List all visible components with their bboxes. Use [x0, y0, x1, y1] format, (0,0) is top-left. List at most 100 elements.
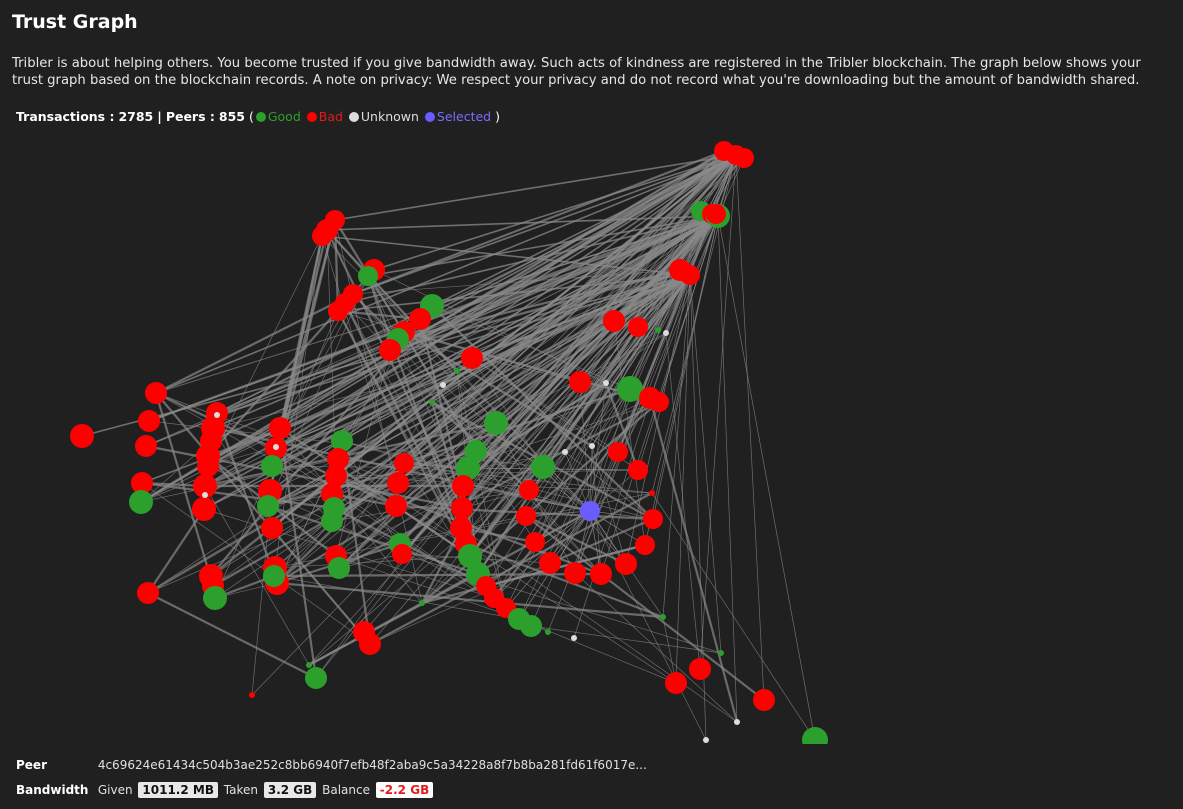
peer-node-bad[interactable] [615, 553, 637, 575]
peer-node-bad[interactable] [525, 532, 545, 552]
bandwidth-info-row: Bandwidth Given 1011.2 MB Taken 3.2 GB B… [16, 782, 435, 798]
peer-node-unknown[interactable] [440, 382, 446, 388]
peer-node-unknown[interactable] [571, 635, 577, 641]
peer-node-good[interactable] [484, 411, 508, 435]
peer-node-unknown[interactable] [589, 443, 595, 449]
peer-node-good[interactable] [129, 490, 153, 514]
legend-unknown-dot-icon [348, 112, 359, 122]
peer-node-bad[interactable] [312, 226, 332, 246]
peer-node-bad[interactable] [564, 562, 586, 584]
peer-node-unknown[interactable] [562, 449, 568, 455]
peer-node-bad[interactable] [379, 339, 401, 361]
bandwidth-label: Bandwidth [16, 783, 89, 797]
peer-node-bad[interactable] [192, 497, 216, 521]
peer-node-good[interactable] [203, 586, 227, 610]
peer-node-good[interactable] [655, 327, 661, 333]
peer-node-bad[interactable] [635, 535, 655, 555]
peer-node-good[interactable] [531, 455, 555, 479]
peer-node-bad[interactable] [519, 480, 539, 500]
selected-peer-node[interactable] [580, 501, 600, 521]
graph-edge [717, 215, 738, 723]
peer-node-bad[interactable] [394, 453, 414, 473]
peer-node-good[interactable] [261, 455, 283, 477]
peer-node-good[interactable] [545, 629, 551, 635]
graph-edges [81, 149, 816, 741]
peer-node-bad[interactable] [451, 497, 473, 519]
peer-node-bad[interactable] [249, 692, 255, 698]
peer-node-bad[interactable] [261, 517, 283, 539]
legend-bad-dot-icon [306, 112, 317, 122]
stats-separator: | [157, 109, 162, 124]
peer-node-bad[interactable] [516, 506, 536, 526]
peer-node-bad[interactable] [649, 392, 669, 412]
peer-node-good[interactable] [718, 650, 724, 656]
graph-edge [735, 154, 765, 701]
peer-node-good[interactable] [263, 565, 285, 587]
peer-node-bad[interactable] [385, 495, 407, 517]
peer-node-bad[interactable] [689, 658, 711, 680]
peer-node-bad[interactable] [461, 347, 483, 369]
peer-node-unknown[interactable] [703, 737, 709, 743]
peer-node-good[interactable] [321, 510, 343, 532]
peer-node-good[interactable] [306, 662, 312, 668]
peer-node-bad[interactable] [569, 371, 591, 393]
trust-graph-canvas[interactable] [0, 136, 1183, 744]
graph-edge [651, 492, 816, 741]
peer-node-unknown[interactable] [663, 330, 669, 336]
legend-bad: Bad [318, 109, 343, 124]
peer-public-key: 4c69624e61434c504b3ae252c8bb6940f7efb48f… [97, 758, 647, 772]
peer-label: Peer [16, 758, 47, 772]
peer-node-bad[interactable] [628, 460, 648, 480]
peer-node-bad[interactable] [137, 582, 159, 604]
trust-graph-svg[interactable] [0, 136, 1183, 744]
peer-node-good[interactable] [419, 600, 425, 606]
graph-stats: Transactions : 2785 | Peers : 855 (Good … [16, 109, 500, 124]
peer-node-bad[interactable] [70, 424, 94, 448]
peer-node-bad[interactable] [590, 563, 612, 585]
peer-node-bad[interactable] [392, 544, 412, 564]
balance-label: Balance [322, 783, 370, 797]
peer-node-bad[interactable] [359, 633, 381, 655]
page-title: Trust Graph [12, 11, 138, 33]
peer-node-good[interactable] [520, 615, 542, 637]
peer-node-unknown[interactable] [214, 412, 220, 418]
peer-node-bad[interactable] [138, 410, 160, 432]
peer-node-unknown[interactable] [273, 444, 279, 450]
peer-node-bad[interactable] [706, 204, 726, 224]
peer-node-good[interactable] [358, 266, 378, 286]
peer-node-unknown[interactable] [202, 492, 208, 498]
taken-value-badge: 3.2 GB [263, 782, 317, 798]
legend-selected-dot-icon [424, 112, 435, 122]
peer-node-bad[interactable] [753, 689, 775, 711]
peers-count: 855 [218, 109, 245, 124]
peer-node-good[interactable] [802, 727, 828, 744]
peer-node-bad[interactable] [269, 417, 291, 439]
graph-edge [717, 215, 816, 741]
graph-edge [147, 508, 205, 594]
peer-node-bad[interactable] [387, 472, 409, 494]
peer-node-bad[interactable] [452, 475, 474, 497]
given-label: Given [97, 783, 133, 797]
peer-node-good[interactable] [257, 495, 279, 517]
peer-node-good[interactable] [454, 368, 460, 374]
peer-node-bad[interactable] [665, 672, 687, 694]
peer-node-good[interactable] [305, 667, 327, 689]
peer-node-bad[interactable] [145, 382, 167, 404]
page-description: Tribler is about helping others. You bec… [12, 56, 1141, 88]
peer-node-bad[interactable] [135, 435, 157, 457]
peer-node-bad[interactable] [649, 490, 655, 496]
peer-node-bad[interactable] [328, 301, 348, 321]
peer-node-bad[interactable] [734, 148, 754, 168]
peer-node-bad[interactable] [643, 509, 663, 529]
peer-node-good[interactable] [660, 614, 666, 620]
peer-node-good[interactable] [429, 399, 435, 405]
peer-node-bad[interactable] [539, 552, 561, 574]
peer-node-bad[interactable] [608, 442, 628, 462]
peer-node-bad[interactable] [628, 317, 648, 337]
peer-node-unknown[interactable] [734, 719, 740, 725]
peer-node-bad[interactable] [197, 455, 219, 477]
peer-node-bad[interactable] [680, 265, 700, 285]
peer-node-bad[interactable] [603, 310, 625, 332]
peer-node-good[interactable] [328, 557, 350, 579]
peer-node-unknown[interactable] [603, 380, 609, 386]
